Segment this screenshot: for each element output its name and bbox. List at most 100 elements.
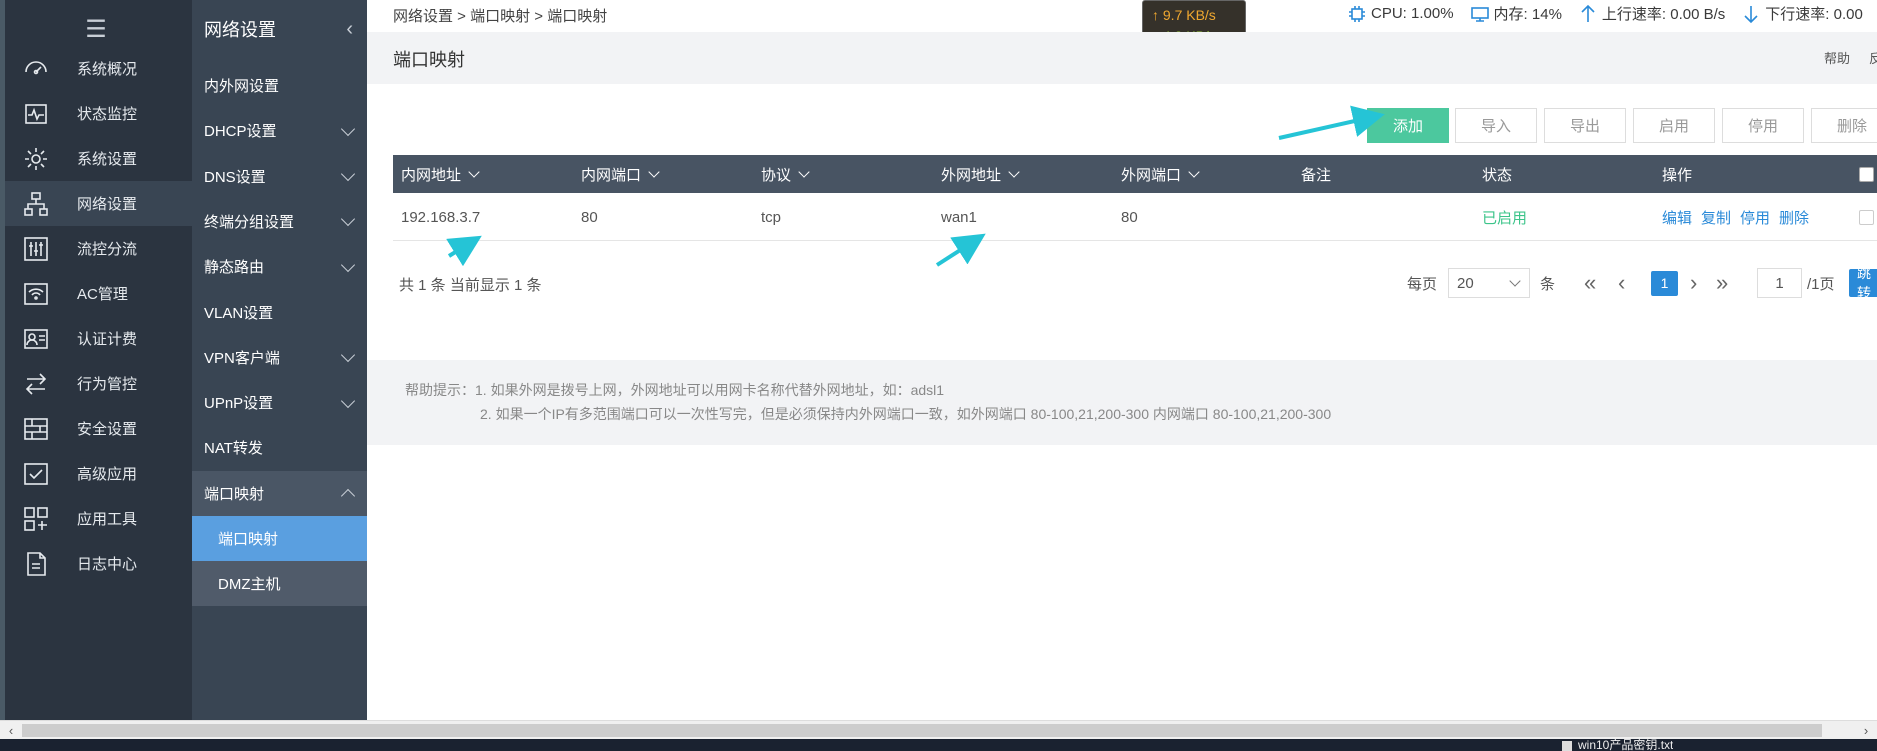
system-status: CPU: 1.00% 内存: 14% 上行速率: 0.00 B/s 下行速率: … <box>1347 3 1877 24</box>
header-link-truncated[interactable]: 反 <box>1869 48 1877 67</box>
subnav-item-label: DHCP设置 <box>204 123 277 141</box>
page-header: 端口映射 帮助 反 <box>367 32 1877 84</box>
col-lan-ip[interactable]: 内网地址 <box>401 155 480 193</box>
col-wan-addr[interactable]: 外网地址 <box>941 155 1020 193</box>
subnav-item-label: 终端分组设置 <box>204 213 295 231</box>
current-page[interactable]: 1 <box>1651 270 1678 296</box>
taskbar-file[interactable]: win10产品密钥.txt <box>1562 739 1673 751</box>
row-checkbox[interactable] <box>1859 209 1874 225</box>
delete-button[interactable]: 删除 <box>1811 108 1877 143</box>
subnav-item-8[interactable]: NAT转发 <box>192 425 367 470</box>
nav-item-7[interactable]: 行为管控 <box>5 361 192 406</box>
subnav-item-1[interactable]: DHCP设置 <box>192 108 367 153</box>
nav-item-0[interactable]: 系统概况 <box>5 46 192 91</box>
subnav-item-9[interactable]: 端口映射 <box>192 470 367 516</box>
primary-nav: ☰ 系统概况 状态监控 系统设置 网络设置 流控分流 AC管理 认证计费 行为管控 安全设置 高级… <box>0 0 192 720</box>
cpu-stat: CPU: 1.00% <box>1347 3 1454 24</box>
subnav-item-label: 内外网设置 <box>204 78 280 95</box>
chevron-down-icon <box>340 167 356 182</box>
subnav-child-label: DMZ主机 <box>218 576 281 594</box>
subnav-item-4[interactable]: 静态路由 <box>192 244 367 289</box>
help-link[interactable]: 帮助 <box>1824 48 1850 67</box>
nav-item-5[interactable]: AC管理 <box>5 271 192 316</box>
nav-item-11[interactable]: 日志中心 <box>5 541 192 586</box>
cpu-text: CPU: 1.00% <box>1371 5 1454 22</box>
subnav-title: 网络设置 <box>204 20 276 40</box>
next-page-icon[interactable]: › <box>1690 268 1697 298</box>
subnav-item-3[interactable]: 终端分组设置 <box>192 199 367 244</box>
per-page-label: 每页 <box>1407 275 1438 293</box>
disable-link[interactable]: 停用 <box>1740 207 1770 228</box>
sort-chevron-icon[interactable] <box>1008 166 1020 178</box>
subnav-item-5[interactable]: VLAN设置 <box>192 290 367 335</box>
upload-rate-text: 上行速率: 0.00 B/s <box>1601 6 1726 23</box>
breadcrumb: 网络设置 > 端口映射 > 端口映射 <box>393 8 608 25</box>
chevron-down-icon <box>1509 275 1521 287</box>
annotation-arrow-wan <box>935 233 986 267</box>
sort-chevron-icon[interactable] <box>648 166 660 178</box>
subnav-item-0[interactable]: 内外网设置 <box>192 63 367 108</box>
col-status: 状态 <box>1482 155 1512 193</box>
subnav-child-1[interactable]: DMZ主机 <box>192 561 367 607</box>
collapse-icon[interactable]: ‹ <box>346 18 353 41</box>
nav-item-label: 应用工具 <box>77 511 138 528</box>
page-title: 端口映射 <box>393 50 465 70</box>
page-1-button[interactable]: 1 <box>1651 268 1678 298</box>
tools-icon <box>21 504 51 534</box>
col-lan-port[interactable]: 内网端口 <box>581 155 660 193</box>
dashboard-icon <box>21 54 51 84</box>
goto-page-input[interactable]: 1 <box>1757 268 1802 298</box>
nav-item-9[interactable]: 高级应用 <box>5 451 192 496</box>
enable-button[interactable]: 启用 <box>1633 108 1715 143</box>
nav-item-1[interactable]: 状态监控 <box>5 91 192 136</box>
sort-chevron-icon[interactable] <box>468 166 480 178</box>
nav-item-6[interactable]: 认证计费 <box>5 316 192 361</box>
col-protocol[interactable]: 协议 <box>761 155 810 193</box>
jump-label[interactable]: 跳转 <box>1849 265 1877 301</box>
prev-page-icon[interactable]: ‹ <box>1618 268 1625 298</box>
nav-item-2[interactable]: 系统设置 <box>5 136 192 181</box>
horizontal-scrollbar[interactable]: ‹ › <box>0 720 1877 739</box>
row-select[interactable] <box>1859 193 1874 241</box>
chevron-down-icon <box>340 348 356 363</box>
memory-stat: 内存: 14% <box>1470 3 1562 24</box>
jump-button[interactable]: 跳转 <box>1849 265 1877 301</box>
export-button[interactable]: 导出 <box>1544 108 1626 143</box>
nav-item-label: 网络设置 <box>77 196 138 213</box>
nav-item-4[interactable]: 流控分流 <box>5 226 192 271</box>
import-button[interactable]: 导入 <box>1455 108 1537 143</box>
sort-chevron-icon[interactable] <box>1188 166 1200 178</box>
nav-item-8[interactable]: 安全设置 <box>5 406 192 451</box>
subnav-item-label: DNS设置 <box>204 168 266 186</box>
disable-button[interactable]: 停用 <box>1722 108 1804 143</box>
nav-item-3[interactable]: 网络设置 <box>5 181 192 226</box>
subnav-item-2[interactable]: DNS设置 <box>192 154 367 199</box>
subnav-item-7[interactable]: UPnP设置 <box>192 380 367 425</box>
col-wan-port[interactable]: 外网端口 <box>1121 155 1200 193</box>
add-button[interactable]: 添加 <box>1367 108 1449 143</box>
select-all[interactable] <box>1859 155 1874 193</box>
per-page-select[interactable]: 20 <box>1448 268 1530 298</box>
goto-page-value[interactable]: 1 <box>1757 268 1802 298</box>
scroll-left-icon[interactable]: ‹ <box>2 721 20 740</box>
per-page-unit: 条 <box>1540 275 1556 293</box>
scroll-right-icon[interactable]: › <box>1857 721 1875 740</box>
nav-item-label: 系统概况 <box>77 61 138 78</box>
edit-link[interactable]: 编辑 <box>1662 207 1692 228</box>
subnav-item-6[interactable]: VPN客户端 <box>192 335 367 380</box>
first-page-icon[interactable]: « <box>1584 268 1596 298</box>
help-tip-1: 帮助提示：1. 如果外网是拨号上网，外网地址可以用网卡名称代替外网地址，如：ad… <box>405 382 945 398</box>
subnav-child-0[interactable]: 端口映射 <box>192 516 367 561</box>
scrollbar-thumb[interactable] <box>22 724 1822 737</box>
subnav-item-label: VPN客户端 <box>204 349 280 367</box>
nav-item-10[interactable]: 应用工具 <box>5 496 192 541</box>
copy-link[interactable]: 复制 <box>1701 207 1731 228</box>
cell-wan-addr: wan1 <box>941 208 977 226</box>
last-page-icon[interactable]: » <box>1716 268 1728 298</box>
delete-link[interactable]: 删除 <box>1779 207 1809 228</box>
nav-item-label: 系统设置 <box>77 151 138 168</box>
monitor-icon <box>21 99 51 129</box>
select-all-checkbox[interactable] <box>1859 166 1874 182</box>
sort-chevron-icon[interactable] <box>798 166 810 178</box>
cell-actions: 编辑 复制 停用 删除 <box>1662 193 1818 241</box>
